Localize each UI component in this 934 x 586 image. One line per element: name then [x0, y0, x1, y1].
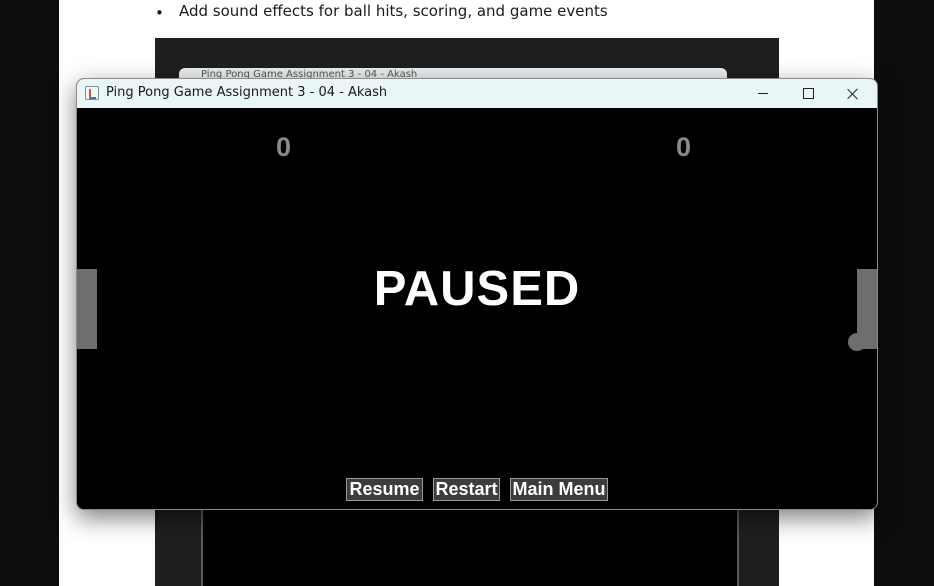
score-right: 0	[676, 132, 692, 162]
game-window: Ping Pong Game Assignment 3 - 04 - Akash…	[76, 78, 878, 510]
maximize-icon	[802, 88, 814, 99]
java-app-icon	[85, 86, 99, 100]
pause-menu-buttons: Resume Restart Main Menu	[77, 478, 877, 503]
game-canvas[interactable]: 0 0 PAUSED Resume Restart Main Menu	[77, 108, 877, 509]
window-title: Ping Pong Game Assignment 3 - 04 - Akash	[106, 85, 388, 100]
bullet-symbol: •	[155, 4, 164, 22]
minimize-button[interactable]	[740, 79, 786, 108]
paused-label: PAUSED	[373, 262, 581, 316]
embedded-game-area	[201, 508, 739, 586]
minimize-icon	[758, 93, 768, 94]
score-left: 0	[276, 132, 292, 162]
ball	[848, 333, 866, 351]
window-titlebar[interactable]: Ping Pong Game Assignment 3 - 04 - Akash	[77, 79, 877, 108]
maximize-button[interactable]	[785, 79, 831, 108]
resume-button[interactable]: Resume	[346, 478, 423, 501]
restart-button[interactable]: Restart	[433, 478, 500, 501]
close-button[interactable]	[830, 79, 876, 108]
main-menu-button[interactable]: Main Menu	[510, 478, 608, 501]
close-icon	[847, 88, 859, 100]
bullet-text: Add sound effects for ball hits, scoring…	[179, 2, 608, 20]
bullet-item: • Add sound effects for ball hits, scori…	[155, 1, 608, 22]
